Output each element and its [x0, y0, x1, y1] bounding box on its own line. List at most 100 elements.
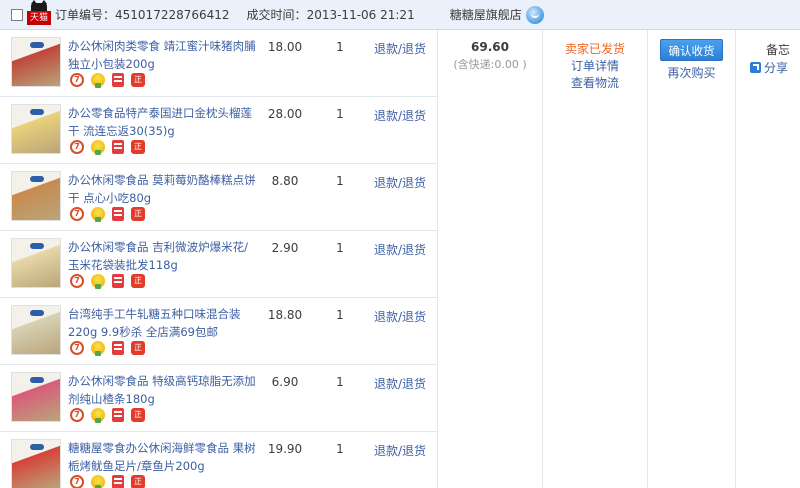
order-items: 办公休闲肉类零食 靖江蜜汁味猪肉脯独立小包装200g 7 正 18.00 1 退… — [0, 30, 438, 488]
unit-price: 19.90 — [267, 442, 303, 456]
memo-link[interactable]: 备忘 — [766, 41, 790, 58]
quantity: 1 — [336, 107, 344, 121]
refund-return-link[interactable]: 退款/退货 — [374, 375, 426, 392]
service-icons: 7 正 — [70, 475, 145, 488]
order-item-row: 台湾纯手工牛轧糖五种口味混合装 220g 9.9秒杀 全店满69包邮 7 正 1… — [0, 298, 438, 365]
invoice-icon[interactable] — [112, 341, 124, 355]
view-logistics-link[interactable]: 查看物流 — [543, 75, 647, 91]
refund-return-link[interactable]: 退款/退货 — [374, 241, 426, 258]
genuine-icon[interactable]: 正 — [131, 73, 145, 87]
order-number-label: 订单编号： — [55, 8, 116, 22]
seven-day-return-icon[interactable]: 7 — [70, 475, 84, 488]
order-action-column: 确认收货 再次购买 — [648, 30, 736, 488]
refund-return-link[interactable]: 退款/退货 — [374, 174, 426, 191]
gold-badge-icon[interactable] — [91, 73, 105, 88]
invoice-icon[interactable] — [112, 274, 124, 288]
order-item-row: 办公休闲肉类零食 靖江蜜汁味猪肉脯独立小包装200g 7 正 18.00 1 退… — [0, 30, 438, 97]
tmall-badge-icon: 天猫 — [27, 0, 51, 27]
product-title-link[interactable]: 糖糖屋零食办公休闲海鲜零食品 果树栀烤鱿鱼足片/章鱼片200g — [68, 439, 258, 475]
confirm-receipt-button[interactable]: 确认收货 — [660, 39, 723, 61]
seven-day-return-icon[interactable]: 7 — [70, 408, 84, 422]
product-title-link[interactable]: 办公休闲零食品 特级高钙琼脂无添加剂纯山楂条180g — [68, 372, 258, 408]
refund-return-link[interactable]: 退款/退货 — [374, 442, 426, 459]
unit-price: 8.80 — [271, 174, 299, 188]
product-thumbnail[interactable] — [11, 372, 61, 422]
quantity: 1 — [336, 40, 344, 54]
wangwang-chat-icon[interactable] — [525, 5, 544, 24]
product-thumbnail[interactable] — [11, 439, 61, 488]
quantity: 1 — [336, 442, 344, 456]
genuine-icon[interactable]: 正 — [131, 341, 145, 355]
product-thumbnail[interactable] — [11, 305, 61, 355]
gold-badge-icon[interactable] — [91, 408, 105, 423]
product-thumbnail[interactable] — [11, 37, 61, 87]
seven-day-return-icon[interactable]: 7 — [70, 341, 84, 355]
unit-price: 2.90 — [271, 241, 299, 255]
product-thumbnail[interactable] — [11, 104, 61, 154]
genuine-icon[interactable]: 正 — [131, 408, 145, 422]
refund-return-link[interactable]: 退款/退货 — [374, 107, 426, 124]
quantity: 1 — [336, 241, 344, 255]
quantity: 1 — [336, 375, 344, 389]
quantity: 1 — [336, 308, 344, 322]
shipping-fee: (含快递:0.00 ) — [453, 58, 527, 71]
share-link[interactable]: 分享 — [750, 59, 788, 76]
invoice-icon[interactable] — [112, 140, 124, 154]
invoice-icon[interactable] — [112, 207, 124, 221]
order-item-row: 办公休闲零食品 吉利微波炉爆米花/玉米花袋装批发118g 7 正 2.90 1 … — [0, 231, 438, 298]
service-icons: 7 正 — [70, 140, 145, 155]
quantity: 1 — [336, 174, 344, 188]
product-title-link[interactable]: 办公休闲肉类零食 靖江蜜汁味猪肉脯独立小包装200g — [68, 37, 258, 73]
gold-badge-icon[interactable] — [91, 140, 105, 155]
product-title-link[interactable]: 台湾纯手工牛轧糖五种口味混合装 220g 9.9秒杀 全店满69包邮 — [68, 305, 258, 341]
product-title-link[interactable]: 办公零食品特产泰国进口金枕头榴莲干 流连忘返30(35)g — [68, 104, 258, 140]
order-status: 卖家已发货 — [564, 42, 625, 56]
order-status-column: 卖家已发货 订单详情 查看物流 — [543, 30, 648, 488]
order-header: 天猫 订单编号： 451017228766412 成交时间： 2013-11-0… — [0, 0, 800, 30]
product-title-link[interactable]: 办公休闲零食品 莫莉莓奶酪棒糕点饼干 点心小吃80g — [68, 171, 258, 207]
deal-time: 2013-11-06 21:21 — [306, 7, 415, 22]
service-icons: 7 正 — [70, 207, 145, 222]
genuine-icon[interactable]: 正 — [131, 140, 145, 154]
service-icons: 7 正 — [70, 408, 145, 423]
order-number: 451017228766412 — [115, 7, 230, 22]
invoice-icon[interactable] — [112, 408, 124, 422]
gold-badge-icon[interactable] — [91, 475, 105, 488]
seven-day-return-icon[interactable]: 7 — [70, 274, 84, 288]
unit-price: 6.90 — [271, 375, 299, 389]
order-total: 69.60 — [471, 40, 509, 54]
invoice-icon[interactable] — [112, 475, 124, 488]
order-misc-column: 备忘 分享 — [736, 30, 800, 488]
share-icon — [750, 62, 761, 73]
seven-day-return-icon[interactable]: 7 — [70, 140, 84, 154]
order-item-row: 办公零食品特产泰国进口金枕头榴莲干 流连忘返30(35)g 7 正 28.00 … — [0, 97, 438, 164]
order-item-row: 办公休闲零食品 莫莉莓奶酪棒糕点饼干 点心小吃80g 7 正 8.80 1 退款… — [0, 164, 438, 231]
order-total-column: 69.60 (含快递:0.00 ) — [438, 30, 543, 488]
buy-again-link[interactable]: 再次购买 — [648, 64, 735, 81]
genuine-icon[interactable]: 正 — [131, 207, 145, 221]
refund-return-link[interactable]: 退款/退货 — [374, 308, 426, 325]
deal-time-label: 成交时间： — [246, 8, 307, 22]
refund-return-link[interactable]: 退款/退货 — [374, 40, 426, 57]
unit-price: 18.00 — [267, 40, 303, 54]
order-item-row: 糖糖屋零食办公休闲海鲜零食品 果树栀烤鱿鱼足片/章鱼片200g 7 正 19.9… — [0, 432, 438, 488]
gold-badge-icon[interactable] — [91, 274, 105, 289]
genuine-icon[interactable]: 正 — [131, 274, 145, 288]
shop-name-link[interactable]: 糖糖屋旗舰店 — [450, 6, 522, 23]
gold-badge-icon[interactable] — [91, 341, 105, 356]
genuine-icon[interactable]: 正 — [131, 475, 145, 488]
unit-price: 28.00 — [267, 107, 303, 121]
seven-day-return-icon[interactable]: 7 — [70, 73, 84, 87]
gold-badge-icon[interactable] — [91, 207, 105, 222]
product-thumbnail[interactable] — [11, 238, 61, 288]
invoice-icon[interactable] — [112, 73, 124, 87]
order-select-checkbox[interactable] — [11, 8, 23, 21]
product-title-link[interactable]: 办公休闲零食品 吉利微波炉爆米花/玉米花袋装批发118g — [68, 238, 258, 274]
service-icons: 7 正 — [70, 73, 145, 88]
order-detail-link[interactable]: 订单详情 — [543, 58, 647, 74]
seven-day-return-icon[interactable]: 7 — [70, 207, 84, 221]
product-thumbnail[interactable] — [11, 171, 61, 221]
order-item-row: 办公休闲零食品 特级高钙琼脂无添加剂纯山楂条180g 7 正 6.90 1 退款… — [0, 365, 438, 432]
share-label: 分享 — [764, 61, 789, 75]
service-icons: 7 正 — [70, 341, 145, 356]
